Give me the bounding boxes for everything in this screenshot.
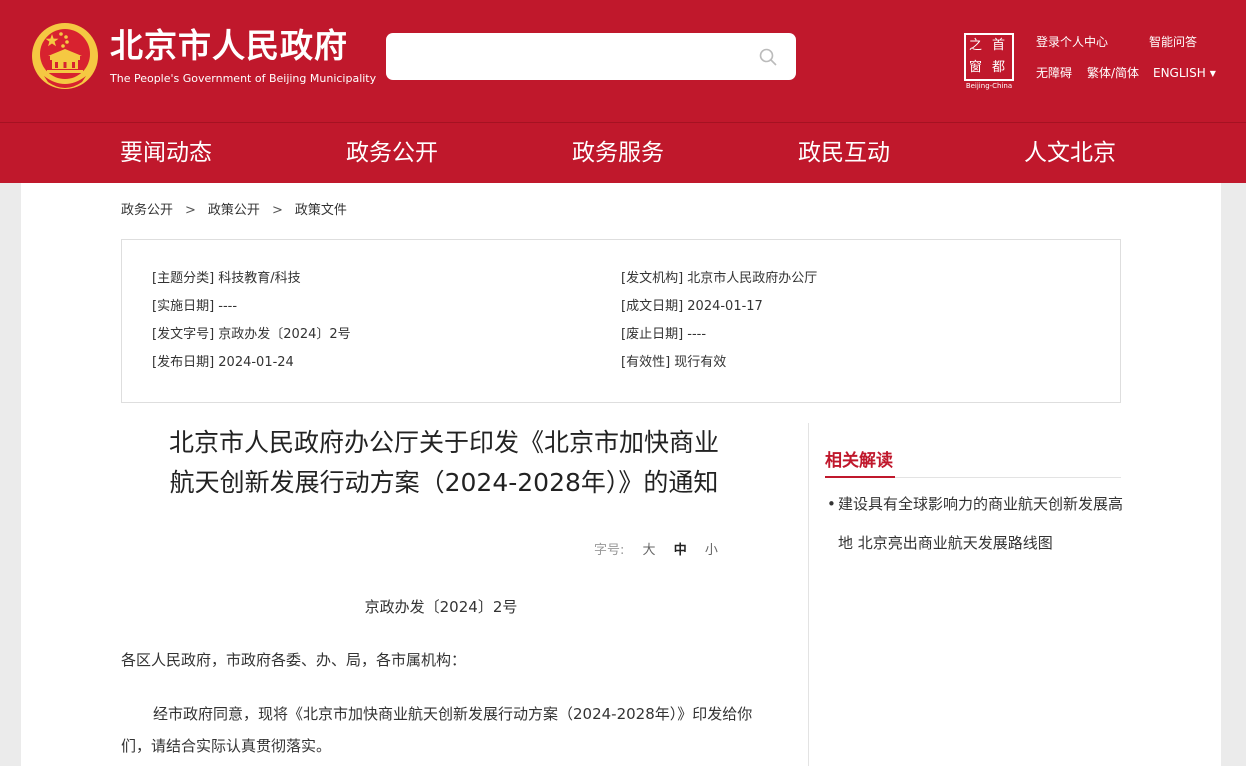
breadcrumb-separator: > — [185, 203, 196, 218]
breadcrumb-item-policy[interactable]: 政策公开 — [208, 203, 260, 218]
content-panel: 政务公开 > 政策公开 > 政策文件 [主题分类] 科技教育/科技 [发文机构] 北京市… — [21, 183, 1221, 766]
site-subtitle: The People's Government of Beijing Munic… — [110, 72, 377, 85]
breadcrumb-item-gov-affairs[interactable]: 政务公开 — [121, 203, 173, 218]
font-size-medium-button[interactable]: 中 — [674, 543, 687, 558]
meta-effective-date: [实施日期] ---- — [152, 299, 238, 314]
nav-item-news[interactable]: 要闻动态 — [120, 137, 212, 169]
nav-item-humanities[interactable]: 人文北京 — [1024, 137, 1116, 169]
document-metadata: [主题分类] 科技教育/科技 [发文机构] 北京市人民政府办公厅 [实施日期] … — [121, 239, 1121, 403]
related-divider — [895, 477, 1121, 478]
search-input[interactable] — [386, 33, 746, 80]
nav-item-interaction[interactable]: 政民互动 — [798, 137, 890, 169]
logo-char: 窗 — [969, 60, 983, 75]
meta-issuer: [发文机构] 北京市人民政府办公厅 — [621, 271, 818, 286]
search-box — [386, 33, 796, 80]
font-size-label: 字号: — [594, 543, 625, 558]
traditional-simplified-link[interactable]: 繁体/简体 — [1087, 65, 1139, 81]
nav-item-gov-services[interactable]: 政务服务 — [572, 137, 664, 169]
breadcrumb: 政务公开 > 政策公开 > 政策文件 — [121, 202, 347, 220]
document-number: 京政办发〔2024〕2号 — [364, 598, 518, 616]
english-label: ENGLISH — [1153, 66, 1206, 80]
article-title: 北京市人民政府办公厅关于印发《北京市加快商业 航天创新发展行动方案（2024-2… — [129, 423, 759, 503]
capital-logo-caption: Beijing-China — [965, 82, 1013, 90]
site-title[interactable]: 北京市人民政府 — [110, 26, 348, 66]
article-title-line: 航天创新发展行动方案（2024-2028年）》的通知 — [169, 468, 719, 497]
login-link[interactable]: 登录个人中心 — [1036, 34, 1108, 50]
capital-logo-frame: 之 首 窗 都 — [964, 33, 1014, 81]
meta-written-date: [成文日期] 2024-01-17 — [621, 299, 763, 314]
related-item[interactable]: 建设具有全球影响力的商业航天创新发展高地 北京亮出商业航天发展路线图 — [838, 485, 1128, 563]
meta-doc-number: [发文字号] 京政办发〔2024〕2号 — [152, 327, 351, 342]
font-size-small-button[interactable]: 小 — [705, 543, 718, 558]
capital-window-logo[interactable]: 之 首 窗 都 Beijing-China — [962, 33, 1016, 91]
logo-char: 首 — [992, 38, 1006, 53]
related-title: 相关解读 — [825, 451, 893, 471]
logo-char: 都 — [992, 60, 1006, 75]
meta-topic: [主题分类] 科技教育/科技 — [152, 271, 301, 286]
english-dropdown[interactable]: ENGLISH ▼ — [1153, 65, 1216, 82]
column-divider — [808, 423, 809, 766]
font-size-large-button[interactable]: 大 — [643, 543, 656, 558]
search-icon[interactable] — [758, 47, 778, 67]
accessibility-link[interactable]: 无障碍 — [1036, 65, 1072, 81]
meta-validity: [有效性] 现行有效 — [621, 355, 727, 370]
article-title-line: 北京市人民政府办公厅关于印发《北京市加快商业 — [168, 428, 719, 457]
font-size-control: 字号: 大 中 小 — [594, 542, 718, 560]
logo-char: 之 — [969, 38, 983, 53]
smart-qa-link[interactable]: 智能问答 — [1149, 34, 1197, 50]
nav-item-gov-affairs[interactable]: 政务公开 — [346, 137, 438, 169]
breadcrumb-separator: > — [271, 203, 283, 218]
site-header: 北京市人民政府 The People's Government of Beiji… — [0, 0, 1246, 183]
related-title-underline — [825, 476, 895, 478]
national-emblem-icon[interactable] — [30, 20, 100, 92]
nav-divider — [0, 122, 1246, 123]
salutation: 各区人民政府，市政府各委、办、局，各市属机构： — [121, 651, 467, 669]
meta-expiry-date: [废止日期] ---- — [621, 327, 707, 342]
breadcrumb-item-policy-docs[interactable]: 政策文件 — [295, 203, 347, 218]
meta-publish-date: [发布日期] 2024-01-24 — [152, 355, 294, 370]
body-paragraph: 经市政府同意，现将《北京市加快商业航天创新发展行动方案（2024-2028年）》… — [121, 705, 753, 755]
bullet-icon: • — [827, 495, 836, 513]
caret-down-icon: ▼ — [1209, 69, 1216, 78]
